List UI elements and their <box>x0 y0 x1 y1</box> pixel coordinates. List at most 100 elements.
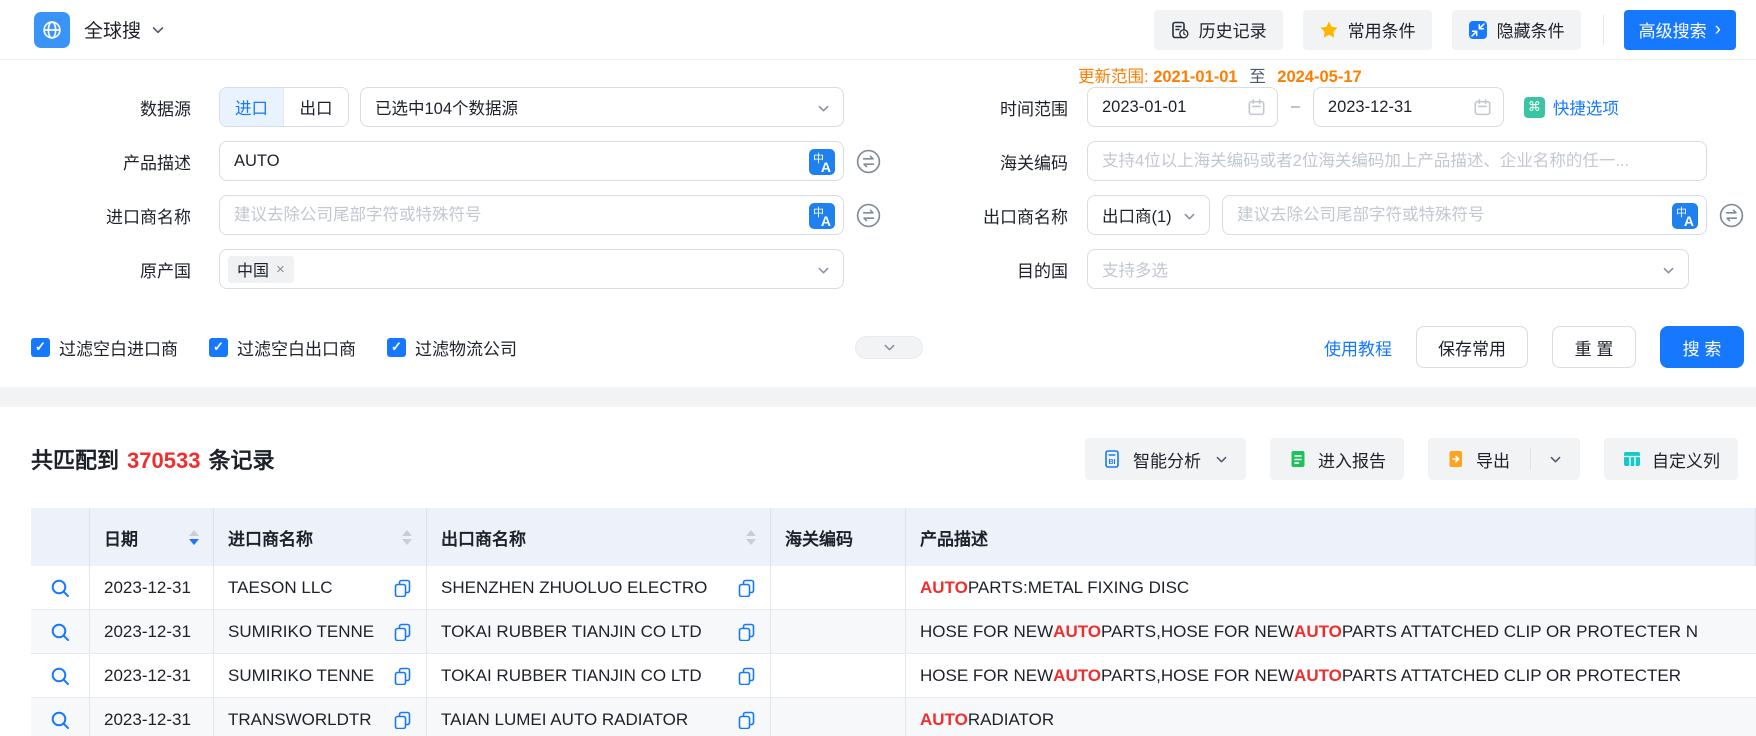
favorites-button[interactable]: 常用条件 <box>1302 9 1432 50</box>
product-cell: HOSE FOR NEW AUTO PARTS,HOSE FOR NEW AUT… <box>906 610 1756 653</box>
advanced-search-button[interactable]: 高级搜索 › <box>1623 9 1736 50</box>
command-icon: ⌘ <box>1523 96 1545 118</box>
chevron-down-icon <box>817 101 830 120</box>
copy-icon[interactable] <box>393 622 412 641</box>
chevron-down-icon <box>1662 263 1675 282</box>
product-text-highlight: AUTO <box>1294 621 1342 641</box>
product-text-highlight: AUTO <box>1294 665 1342 685</box>
search-button[interactable]: 搜 索 <box>1660 326 1744 368</box>
exporter-cell[interactable]: SHENZHEN ZHUOLUO ELECTRO <box>427 566 771 609</box>
country-tag: 中国 × <box>228 255 294 283</box>
tutorial-link[interactable]: 使用教程 <box>1324 335 1392 360</box>
hscode-cell <box>771 566 906 609</box>
header-date[interactable]: 日期 <box>90 508 214 566</box>
sort-date-control[interactable] <box>179 529 199 545</box>
header-exporter[interactable]: 出口商名称 <box>427 508 771 566</box>
translate-icon[interactable]: 中A <box>809 149 835 175</box>
update-range-to: 2024-05-17 <box>1277 68 1362 86</box>
product-text: PARTS,HOSE FOR NEW <box>1101 665 1295 685</box>
magnifier-icon[interactable] <box>49 621 71 643</box>
collapse-icon <box>1468 20 1488 40</box>
copy-icon[interactable] <box>737 666 756 685</box>
smart-analysis-button[interactable]: BI 智能分析 <box>1085 438 1246 480</box>
quick-options-button[interactable]: ⌘ 快捷选项 <box>1523 95 1619 119</box>
importer-cell[interactable]: SUMIRIKO TENNE <box>214 654 427 697</box>
product-desc-input[interactable] <box>220 151 843 171</box>
filter-checkbox-label: 过滤物流公司 <box>415 339 517 359</box>
hs-code-input[interactable] <box>1088 151 1706 171</box>
hscode-cell <box>771 610 906 653</box>
sort-exporter-control[interactable] <box>736 529 756 545</box>
copy-icon[interactable] <box>737 622 756 641</box>
global-search-app: 全球搜 历史记录 常用条件 隐藏条件 高级搜索 › 更新范围: 2021-01-… <box>0 0 1756 736</box>
checkbox-checked-icon[interactable]: ✓ <box>209 337 228 357</box>
calendar-icon <box>1473 98 1492 122</box>
date-cell: 2023-12-31 <box>90 654 214 697</box>
importer-cell[interactable]: SUMIRIKO TENNE <box>214 610 427 653</box>
history-button[interactable]: 历史记录 <box>1153 9 1283 50</box>
hide-conditions-button[interactable]: 隐藏条件 <box>1451 9 1581 50</box>
importer-name-input[interactable] <box>220 205 843 225</box>
destination-country-select[interactable]: 支持多选 <box>1087 249 1689 289</box>
copy-icon[interactable] <box>737 710 756 729</box>
exporter-cell[interactable]: TOKAI RUBBER TIANJIN CO LTD <box>427 654 771 697</box>
product-text-highlight: AUTO <box>1053 621 1102 641</box>
header-product: 产品描述 <box>906 508 1756 566</box>
title-chevron-down-icon[interactable] <box>151 23 165 37</box>
product-text: PARTS ATTATCHED CLIP OR PROTECTER <box>1341 665 1682 685</box>
tag-remove-icon[interactable]: × <box>276 261 285 278</box>
copy-icon[interactable] <box>393 578 412 597</box>
filter-checkbox-2[interactable]: ✓ 过滤物流公司 <box>387 335 517 360</box>
checkbox-checked-icon[interactable]: ✓ <box>31 337 50 357</box>
chevron-down-icon[interactable] <box>1549 453 1562 466</box>
similar-match-icon[interactable] <box>855 202 882 229</box>
exporter-cell[interactable]: TOKAI RUBBER TIANJIN CO LTD <box>427 610 771 653</box>
filter-checkbox-1[interactable]: ✓ 过滤空白出口商 <box>209 335 356 360</box>
product-cell: AUTO PARTS:METAL FIXING DISC <box>906 566 1756 609</box>
magnifier-icon[interactable] <box>49 709 71 731</box>
update-range-note: 更新范围: 2021-01-01 至 2024-05-17 <box>1078 68 1362 86</box>
results-count-title: 共匹配到 370533 条记录 <box>31 448 275 473</box>
table-header-row: 日期 进口商名称 出口商名称 海关编码 产品描述 <box>31 508 1756 566</box>
reset-button[interactable]: 重 置 <box>1552 326 1636 368</box>
magnifier-icon[interactable] <box>49 577 71 599</box>
copy-icon[interactable] <box>393 666 412 685</box>
copy-icon[interactable] <box>737 578 756 597</box>
datasource-select[interactable]: 已选中104个数据源 <box>360 87 844 127</box>
origin-country-select[interactable]: 中国 × <box>219 249 844 289</box>
page-title: 全球搜 <box>84 21 142 42</box>
exporter-cell[interactable]: TAIAN LUMEI AUTO RADIATOR <box>427 698 771 736</box>
row-detail-cell <box>31 698 90 736</box>
importer-cell[interactable]: TRANSWORLDTR <box>214 698 427 736</box>
divider <box>1602 14 1604 45</box>
bi-analysis-icon: BI <box>1103 449 1123 469</box>
exporter-type-select[interactable]: 出口商(1) <box>1087 195 1210 235</box>
enter-report-button[interactable]: 进入报告 <box>1270 438 1404 480</box>
filter-checkbox-0[interactable]: ✓ 过滤空白进口商 <box>31 335 178 360</box>
similar-match-icon[interactable] <box>855 148 882 175</box>
tab-export[interactable]: 出口 <box>284 88 348 126</box>
exporter-name-field: 中A <box>1222 195 1707 235</box>
importer-name: SUMIRIKO TENNE <box>228 621 375 641</box>
save-common-button[interactable]: 保存常用 <box>1416 326 1528 368</box>
product-text: PARTS,HOSE FOR NEW <box>1101 621 1295 641</box>
product-text-highlight: AUTO <box>920 709 968 729</box>
custom-columns-button[interactable]: 自定义列 <box>1604 438 1738 480</box>
copy-icon[interactable] <box>393 710 412 729</box>
tab-import[interactable]: 进口 <box>220 88 284 126</box>
sort-importer-control[interactable] <box>392 529 412 545</box>
exporter-name-input[interactable] <box>1223 205 1706 225</box>
checkbox-checked-icon[interactable]: ✓ <box>387 337 406 357</box>
table-row: 2023-12-31 TAESON LLC SHENZHEN ZHUOLUO ELE… <box>31 566 1756 610</box>
header-importer[interactable]: 进口商名称 <box>214 508 427 566</box>
collapse-form-pill[interactable] <box>855 336 923 359</box>
export-button[interactable]: 导出 <box>1428 438 1580 480</box>
exporter-name: TOKAI RUBBER TIANJIN CO LTD <box>441 621 702 641</box>
similar-match-icon[interactable] <box>1718 202 1745 229</box>
translate-icon[interactable]: 中A <box>809 203 835 229</box>
calendar-icon <box>1247 98 1266 122</box>
translate-icon[interactable]: 中A <box>1672 203 1698 229</box>
importer-cell[interactable]: TAESON LLC <box>214 566 427 609</box>
product-text-highlight: AUTO <box>920 577 968 597</box>
magnifier-icon[interactable] <box>49 665 71 687</box>
